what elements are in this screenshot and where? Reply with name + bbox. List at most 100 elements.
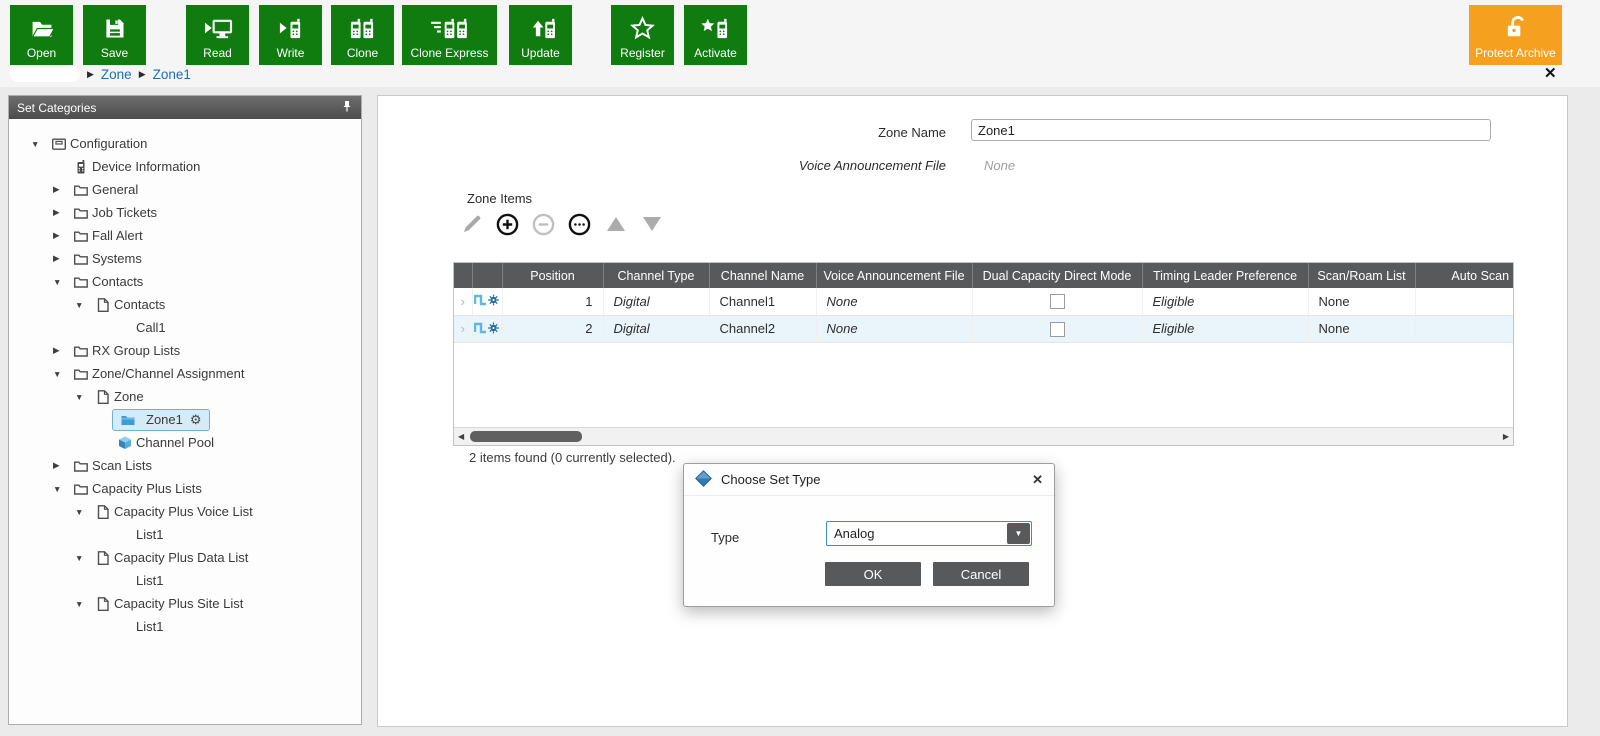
zone-name-input[interactable] (971, 119, 1491, 141)
folder-icon (73, 343, 92, 359)
move-down-button[interactable] (640, 215, 663, 238)
expand-icon[interactable]: ▶ (53, 207, 73, 218)
clone-express-button[interactable]: Clone Express (402, 5, 497, 65)
write-button[interactable]: Write (259, 5, 322, 65)
collapse-icon[interactable]: ▼ (75, 553, 95, 563)
scroll-right-icon[interactable]: ▶ (1503, 431, 1509, 442)
tree-item-list1[interactable]: List1 (9, 615, 361, 638)
dual-capacity-checkbox[interactable] (1050, 322, 1065, 337)
tree-item-label: Capacity Plus Data List (114, 550, 248, 565)
expand-icon[interactable]: ▶ (53, 230, 73, 241)
remove-button[interactable] (532, 215, 555, 238)
tree-item-scan-lists[interactable]: ▶Scan Lists (9, 454, 361, 477)
toolbar-button-label: Activate (694, 47, 737, 60)
row-expander-icon[interactable]: › (454, 288, 472, 315)
icon-column-header (472, 263, 502, 288)
breadcrumb-item-zone[interactable]: Zone (101, 67, 132, 82)
horizontal-scrollbar[interactable]: ◀ ▶ (454, 427, 1513, 445)
table-row[interactable]: ›1DigitalChannel1NoneEligibleNoneNo (454, 288, 1514, 315)
read-icon (201, 9, 234, 47)
scroll-left-icon[interactable]: ◀ (458, 431, 464, 442)
tree-item-systems[interactable]: ▶ Systems (9, 247, 361, 270)
expand-icon[interactable]: ▶ (53, 345, 73, 356)
open-button[interactable]: Open (10, 5, 73, 65)
tree-item-label: Systems (92, 251, 142, 266)
read-button[interactable]: Read (186, 5, 249, 65)
tree-item-zone1[interactable]: Zone1⚙ (9, 408, 361, 431)
tree-item-capacity-plus-data-list[interactable]: ▼ Capacity Plus Data List (9, 546, 361, 569)
close-icon[interactable]: ✕ (1544, 64, 1557, 82)
more-button[interactable] (568, 215, 591, 238)
collapse-icon[interactable]: ▼ (31, 139, 51, 149)
expand-icon[interactable]: ▶ (53, 184, 73, 195)
tree-item-zone-channel-assignment[interactable]: ▼Zone/Channel Assignment (9, 362, 361, 385)
column-header-channel-name[interactable]: Channel Name (709, 263, 816, 288)
folder-icon (73, 366, 92, 382)
tree-item-label: Job Tickets (92, 205, 157, 220)
tree-item-device-information[interactable]: Device Information (9, 155, 361, 178)
collapse-icon[interactable]: ▼ (75, 300, 95, 310)
column-header-channel-type[interactable]: Channel Type (603, 263, 709, 288)
tree-item-job-tickets[interactable]: ▶ Job Tickets (9, 201, 361, 224)
dialog-close-icon[interactable]: ✕ (1032, 472, 1043, 488)
row-expander-icon[interactable]: › (454, 315, 472, 342)
dual-capacity-checkbox[interactable] (1050, 294, 1065, 309)
move-up-button[interactable] (604, 215, 627, 238)
save-button[interactable]: Save (83, 5, 146, 65)
tree-item-zone[interactable]: ▼Zone (9, 385, 361, 408)
table-row[interactable]: ›2DigitalChannel2NoneEligibleNoneNo (454, 315, 1514, 342)
cube-icon (117, 435, 136, 451)
scrollbar-thumb[interactable] (470, 431, 582, 442)
collapse-icon[interactable]: ▼ (75, 599, 95, 609)
edit-button[interactable] (460, 215, 483, 238)
selected-tree-item[interactable]: Zone1⚙ (112, 409, 210, 431)
tree-item-list1[interactable]: List1 (9, 569, 361, 592)
column-header-scan-roam-list[interactable]: Scan/Roam List (1308, 263, 1415, 288)
blue-folder-icon (120, 412, 139, 428)
expand-icon[interactable]: ▶ (53, 460, 73, 471)
chevron-down-icon[interactable]: ▼ (1007, 523, 1030, 544)
activate-button[interactable]: Activate (684, 5, 747, 65)
tree-item-fall-alert[interactable]: ▶Fall Alert (9, 224, 361, 247)
tree-item-list1[interactable]: List1 (9, 523, 361, 546)
collapse-icon[interactable]: ▼ (53, 484, 73, 494)
add-button[interactable] (496, 215, 519, 238)
tree-item-contacts[interactable]: ▼Contacts (9, 293, 361, 316)
open-folder-icon (26, 9, 58, 47)
update-button[interactable]: Update (509, 5, 572, 65)
tree-item-capacity-plus-site-list[interactable]: ▼Capacity Plus Site List (9, 592, 361, 615)
tree-item-capacity-plus-lists[interactable]: ▼Capacity Plus Lists (9, 477, 361, 500)
column-header-auto-scan[interactable]: Auto Scan (1415, 263, 1514, 288)
collapse-icon[interactable]: ▼ (53, 277, 73, 287)
expand-icon[interactable]: ▶ (53, 253, 73, 264)
tree-item-call1[interactable]: Call1 (9, 316, 361, 339)
column-header-voice-announcement-file[interactable]: Voice Announcement File (816, 263, 972, 288)
tree-item-label: Channel Pool (136, 435, 214, 450)
collapse-icon[interactable]: ▼ (75, 392, 95, 402)
tree-item-contacts[interactable]: ▼ Contacts (9, 270, 361, 293)
protect-archive-button[interactable]: Protect Archive (1469, 5, 1562, 65)
tree-item-label: Contacts (92, 274, 143, 289)
activate-icon (700, 9, 731, 47)
cell-auto-scan: No (1415, 315, 1514, 342)
ok-button[interactable]: OK (825, 562, 921, 586)
register-button[interactable]: Register (611, 5, 674, 65)
column-header-timing-leader-preference[interactable]: Timing Leader Preference (1142, 263, 1308, 288)
collapse-icon[interactable]: ▼ (75, 507, 95, 517)
column-header-dual-capacity-direct-mode[interactable]: Dual Capacity Direct Mode (972, 263, 1142, 288)
column-header-position[interactable]: Position (502, 263, 603, 288)
type-dropdown[interactable]: Analog ▼ (826, 521, 1032, 546)
tree-item-capacity-plus-voice-list[interactable]: ▼Capacity Plus Voice List (9, 500, 361, 523)
tree-item-general[interactable]: ▶General (9, 178, 361, 201)
gear-icon[interactable]: ⚙ (190, 413, 202, 426)
zone-items-toolbar (460, 215, 663, 238)
pin-icon[interactable] (341, 100, 353, 116)
clone-button[interactable]: Clone (331, 5, 394, 65)
tree-item-rx-group-lists[interactable]: ▶RX Group Lists (9, 339, 361, 362)
tree-item-configuration[interactable]: ▼Configuration (9, 132, 361, 155)
cancel-button[interactable]: Cancel (933, 562, 1029, 586)
collapse-icon[interactable]: ▼ (53, 369, 73, 379)
toolbar-button-label: Protect Archive (1475, 47, 1556, 60)
tree-item-channel-pool[interactable]: Channel Pool (9, 431, 361, 454)
breadcrumb-item-zone1[interactable]: Zone1 (153, 67, 191, 82)
